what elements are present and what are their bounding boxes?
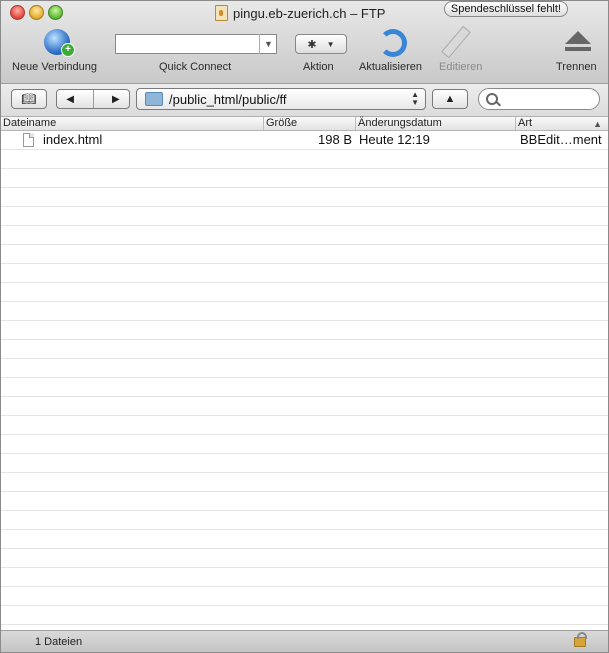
search-field[interactable]: [478, 88, 600, 110]
empty-row: [1, 549, 608, 568]
empty-row: [1, 245, 608, 264]
select-arrows-icon: ▲ ▼: [411, 90, 419, 107]
file-date: Heute 12:19: [359, 132, 430, 147]
bookmark-icon: 📖︎: [21, 92, 37, 106]
action-menu-button[interactable]: ✱ ▼: [295, 34, 347, 54]
quick-connect-input[interactable]: [115, 34, 277, 54]
action-label: Aktion: [303, 61, 334, 73]
eject-icon[interactable]: [565, 31, 591, 44]
window-title-text: pingu.eb-zuerich.ch – FTP: [233, 5, 386, 21]
file-name: index.html: [43, 132, 103, 147]
empty-row: [1, 378, 608, 397]
edit-label: Editieren: [439, 61, 483, 73]
gear-icon: ✱: [307, 38, 317, 51]
column-header-kind-label: Art: [518, 117, 533, 129]
empty-row: [1, 188, 608, 207]
empty-row: [1, 150, 608, 169]
path-text: /public_html/public/ff: [169, 91, 287, 107]
empty-row: [1, 397, 608, 416]
empty-row: [1, 473, 608, 492]
eject-bar: [565, 47, 591, 51]
quick-connect-label: Quick Connect: [159, 61, 232, 73]
history-navigation: ◀ ▶: [56, 89, 130, 109]
empty-row: [1, 169, 608, 188]
column-header-date[interactable]: Änderungsdatum: [356, 117, 516, 130]
empty-row: [1, 302, 608, 321]
disconnect-label[interactable]: Trennen: [556, 61, 597, 73]
empty-row: [1, 207, 608, 226]
minimize-window-button[interactable]: [29, 5, 44, 20]
file-size: 198 B: [318, 132, 352, 147]
empty-row: [1, 511, 608, 530]
empty-row: [1, 454, 608, 473]
path-bar: 📖︎ ◀ ▶ /public_html/public/ff ▲ ▼ ▲: [1, 84, 608, 117]
empty-row: [1, 568, 608, 587]
empty-row: [1, 283, 608, 302]
column-header-name[interactable]: Dateiname: [1, 117, 264, 130]
table-header: Dateiname Größe Änderungsdatum Art ▲: [1, 117, 608, 131]
window-title: pingu.eb-zuerich.ch – FTP: [215, 5, 385, 21]
file-kind: BBEdit…ment: [520, 132, 602, 147]
empty-row: [1, 416, 608, 435]
path-select[interactable]: /public_html/public/ff ▲ ▼: [136, 88, 426, 110]
file-list: index.html 198 B Heute 12:19 BBEdit…ment: [1, 131, 608, 630]
lock-icon[interactable]: [574, 632, 587, 647]
empty-row: [1, 606, 608, 625]
ftp-window: pingu.eb-zuerich.ch – FTP Spendeschlüsse…: [0, 0, 609, 653]
toolbar: pingu.eb-zuerich.ch – FTP Spendeschlüsse…: [1, 1, 608, 84]
search-icon: [486, 93, 498, 105]
refresh-label[interactable]: Aktualisieren: [359, 61, 422, 73]
column-header-kind[interactable]: Art ▲: [516, 117, 608, 130]
empty-row: [1, 340, 608, 359]
pencil-icon: [441, 25, 471, 59]
empty-row: [1, 264, 608, 283]
empty-row: [1, 359, 608, 378]
close-window-button[interactable]: [10, 5, 25, 20]
file-icon: [23, 133, 34, 147]
back-arrow-icon[interactable]: ◀: [66, 94, 74, 105]
new-connection-label[interactable]: Neue Verbindung: [12, 61, 97, 73]
document-icon: [215, 5, 228, 21]
chevron-down-icon: ▼: [326, 39, 335, 49]
empty-row: [1, 226, 608, 245]
empty-row: [1, 435, 608, 454]
table-row[interactable]: index.html 198 B Heute 12:19 BBEdit…ment: [1, 131, 608, 150]
parent-folder-button[interactable]: ▲: [432, 89, 468, 109]
file-count: 1 Dateien: [35, 636, 83, 648]
folder-icon: [145, 92, 163, 106]
column-header-size[interactable]: Größe: [264, 117, 356, 130]
forward-arrow-icon[interactable]: ▶: [112, 94, 120, 105]
up-arrow-icon: ▲: [444, 93, 456, 105]
nav-divider: [92, 90, 94, 108]
empty-row: [1, 321, 608, 340]
empty-row: [1, 587, 608, 606]
zoom-window-button[interactable]: [48, 5, 63, 20]
sort-ascending-icon: ▲: [593, 119, 602, 129]
empty-row: [1, 492, 608, 511]
empty-row: [1, 530, 608, 549]
donation-key-badge[interactable]: Spendeschlüssel fehlt!: [443, 1, 568, 17]
plus-icon: +: [61, 43, 75, 57]
refresh-icon[interactable]: [379, 29, 407, 57]
status-bar: 1 Dateien: [1, 630, 608, 652]
quick-connect-dropdown-icon[interactable]: ▼: [259, 34, 277, 54]
bookmarks-button[interactable]: 📖︎: [11, 89, 47, 109]
